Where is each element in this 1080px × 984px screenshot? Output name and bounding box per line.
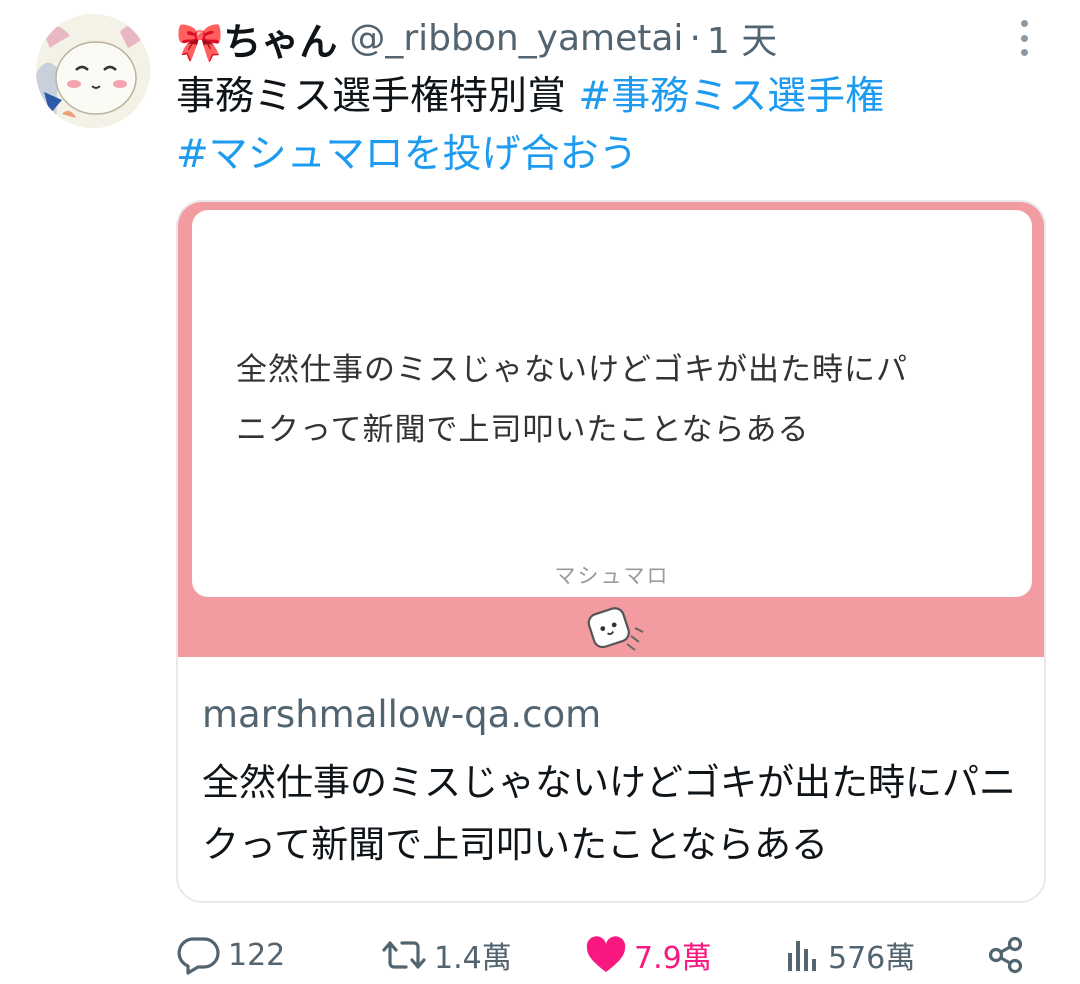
views-button[interactable]: 576萬	[782, 926, 915, 984]
question-text: 全然仕事のミスじゃないけどゴキが出た時にパ ニクって新聞で上司叩いたことならある	[236, 340, 996, 460]
marshmallow-label: マシュマロ	[554, 564, 670, 588]
timestamp[interactable]: 1 天	[707, 12, 777, 64]
reply-count: 122	[228, 937, 286, 973]
separator-dot: ·	[689, 17, 701, 59]
display-name[interactable]: 🎀ちゃん	[176, 11, 337, 66]
card-meta: marshmallow-qa.com 全然仕事のミスじゃないけどゴキが出た時にパ…	[202, 690, 1022, 876]
avatar-hamster-image	[36, 14, 150, 128]
tweet-text-plain: 事務ミス選手権特別賞	[176, 74, 579, 119]
like-count: 7.9萬	[634, 941, 712, 976]
more-vertical-icon[interactable]	[1012, 16, 1036, 60]
retweet-button[interactable]: 1.4萬	[380, 926, 512, 984]
share-icon	[988, 936, 1023, 974]
tweet-header: 🎀ちゃん @_ribbon_yametai · 1 天	[176, 10, 777, 66]
marshmallow-mascot-icon	[587, 607, 644, 651]
hashtag-link[interactable]: #マシュマロを投げ合おう	[176, 132, 638, 177]
card-image: 全然仕事のミスじゃないけどゴキが出た時にパ ニクって新聞で上司叩いたことならある…	[178, 202, 1044, 657]
reply-button[interactable]: 122	[176, 926, 285, 984]
question-line: ニクって新聞で上司叩いたことならある	[236, 412, 810, 448]
hashtag-link[interactable]: #事務ミス選手権	[578, 74, 884, 119]
heart-icon	[586, 936, 626, 972]
like-button[interactable]: 7.9萬	[584, 926, 712, 984]
avatar[interactable]	[36, 14, 150, 128]
link-card[interactable]: 全然仕事のミスじゃないけどゴキが出た時にパ ニクって新聞で上司叩いたことならある…	[176, 200, 1046, 903]
share-button[interactable]	[986, 926, 1026, 984]
action-bar: 122 1.4萬 7.9萬 576萬	[176, 926, 1036, 984]
marshmallow-question-box: 全然仕事のミスじゃないけどゴキが出た時にパ ニクって新聞で上司叩いたことならある…	[192, 210, 1032, 597]
card-domain: marshmallow-qa.com	[202, 693, 602, 736]
view-count: 576萬	[828, 941, 916, 976]
tweet-text: 事務ミス選手権特別賞 #事務ミス選手権 #マシュマロを投げ合おう	[176, 68, 1036, 184]
reply-icon	[177, 937, 220, 975]
views-chart-icon	[788, 941, 816, 971]
retweet-icon	[382, 941, 426, 969]
card-description: 全然仕事のミスじゃないけどゴキが出た時にパニクって新聞で上司叩いたことならある	[202, 761, 1016, 866]
retweet-count: 1.4萬	[434, 941, 512, 976]
question-line: 全然仕事のミスじゃないけどゴキが出た時にパ	[236, 352, 908, 388]
user-handle[interactable]: @_ribbon_yametai	[349, 18, 683, 59]
